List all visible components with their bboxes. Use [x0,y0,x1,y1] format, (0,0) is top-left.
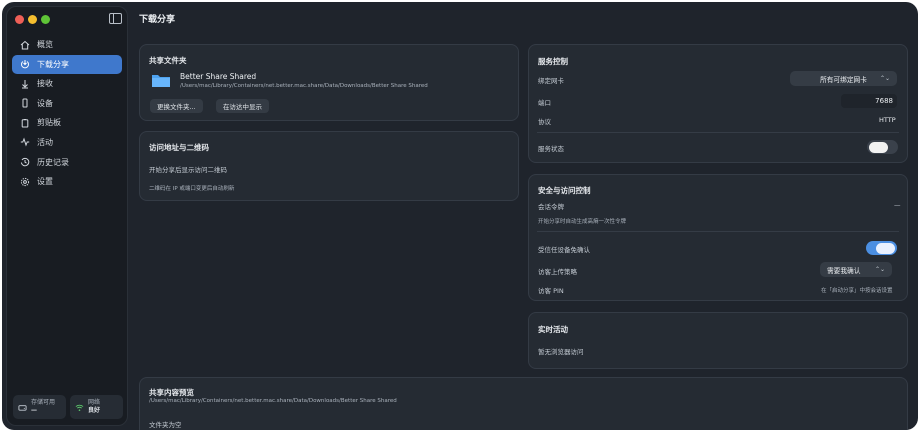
sidebar-item-label: 概览 [37,40,53,49]
service-status-switch[interactable] [867,140,898,154]
security-title: 安全与访问控制 [538,186,591,195]
sidebar-item-history[interactable]: 历史记录 [12,153,122,172]
service-title: 服务控制 [538,57,568,66]
home-icon [20,40,30,50]
storage-status: 存储可用 — [13,395,66,419]
sidebar-item-label: 设备 [37,98,53,108]
sidebar-item-label: 剪贴板 [37,118,61,128]
sidebar-item-download-share[interactable]: 下载分享 [12,54,122,74]
upload-policy-select[interactable]: 需要我确认 ⌃⌄ [820,262,892,277]
session-token-value: — [894,201,901,209]
sidebar-item-receive[interactable]: 接收 [12,74,122,93]
session-token-hint: 开始分享时自动生成高熵一次性令牌 [538,219,627,225]
shared-folder-card: 共享文件夹 Better Share Shared /Users/mac/Lib… [139,44,519,121]
preview-path: /Users/mac/Library/Containers/net.better… [149,398,397,404]
preview-empty: 文件夹为空 [149,421,182,429]
sidebar-item-label: 接收 [37,79,53,89]
trusted-devices-switch[interactable] [866,241,897,255]
sidebar-item-label: 活动 [37,137,53,147]
storage-icon [18,404,27,411]
wifi-icon [75,404,84,411]
storage-value: — [31,407,37,414]
device-icon [20,98,30,108]
security-card: 安全与访问控制 会话令牌 — 开始分享时自动生成高熵一次性令牌 受信任设备免确认… [528,174,908,301]
sidebar-item-overview[interactable]: 概览 [12,35,122,54]
folder-icon [152,75,170,87]
toggle-sidebar-icon[interactable] [109,13,122,24]
zoom-window-button[interactable] [41,15,50,24]
live-activity-empty: 暂无浏览器访问 [538,348,584,356]
port-input[interactable]: 7688 [841,94,897,108]
upload-policy-label: 访客上传策略 [538,268,577,276]
service-control-card: 服务控制 绑定网卡 所有可绑定网卡 ⌃⌄ 端口 7688 协议 HTTP 服务状… [528,44,908,163]
download-share-icon [20,59,30,69]
sidebar-item-clipboard[interactable]: 剪贴板 [12,113,122,132]
access-qr-card: 访问地址与二维码 开始分享后显示访问二维码 二维码在 IP 或端口变更后自动刷新 [139,131,519,201]
sidebar-status-bar: 存储可用 — 网络 良好 [13,395,123,419]
sidebar: 概览 下载分享 接收 设备 剪贴板 活动 历史记录 设置 存储可用 — 网络 良… [6,6,128,426]
upload-policy-value: 需要我确认 [827,266,861,275]
receive-icon [20,79,30,89]
sidebar-item-label: 下载分享 [37,59,69,69]
shared-folder-title: 共享文件夹 [149,56,187,65]
minimize-window-button[interactable] [28,15,37,24]
network-label: 网络 [88,399,101,406]
page-title: 下载分享 [139,15,176,25]
shared-content-preview-card: 共享内容预览 /Users/mac/Library/Containers/net… [139,377,908,430]
storage-label: 存储可用 [31,399,56,406]
access-note: 二维码在 IP 或端口变更后自动刷新 [149,186,235,192]
close-window-button[interactable] [15,15,24,24]
live-activity-card: 实时活动 暂无浏览器访问 [528,312,908,369]
chevron-updown-icon: ⌃⌄ [874,266,885,273]
sidebar-item-device[interactable]: 设备 [12,94,122,113]
guest-pin-hint: 在「启动分享」中按会话设置 [821,288,893,294]
chevron-updown-icon: ⌃⌄ [879,75,890,82]
sidebar-item-settings[interactable]: 设置 [12,172,122,191]
activity-icon [20,137,30,147]
settings-icon [20,177,30,187]
protocol-value: HTTP [879,116,896,124]
bind-interface-value: 所有可绑定网卡 [820,75,867,84]
access-title: 访问地址与二维码 [149,143,209,152]
guest-pin-label: 访客 PIN [538,287,564,295]
network-value: 良好 [88,407,101,414]
reveal-in-finder-button[interactable]: 在访达中显示 [216,99,269,113]
history-icon [20,157,30,167]
session-token-label: 会话令牌 [538,203,564,211]
bind-interface-select[interactable]: 所有可绑定网卡 ⌃⌄ [790,71,897,86]
shared-folder-name: Better Share Shared [180,72,257,81]
protocol-label: 协议 [538,118,551,126]
trusted-devices-label: 受信任设备免确认 [538,246,590,254]
clipboard-icon [20,118,30,128]
preview-title: 共享内容预览 [149,388,194,397]
port-label: 端口 [538,99,551,107]
app-window: 概览 下载分享 接收 设备 剪贴板 活动 历史记录 设置 存储可用 — 网络 良… [2,2,918,430]
sidebar-item-label: 历史记录 [37,157,69,167]
sidebar-item-label: 设置 [37,177,53,187]
network-status: 网络 良好 [70,395,123,419]
access-hint: 开始分享后显示访问二维码 [149,166,227,174]
sidebar-item-activity[interactable]: 活动 [12,133,122,152]
divider [537,132,899,133]
live-activity-title: 实时活动 [538,325,568,334]
service-status-label: 服务状态 [538,145,564,153]
bind-label: 绑定网卡 [538,77,564,85]
change-folder-button[interactable]: 更换文件夹... [150,99,203,113]
sidebar-nav: 概览 下载分享 接收 设备 剪贴板 活动 历史记录 设置 [12,35,122,192]
divider [537,231,899,232]
shared-folder-path: /Users/mac/Library/Containers/net.better… [180,83,428,89]
